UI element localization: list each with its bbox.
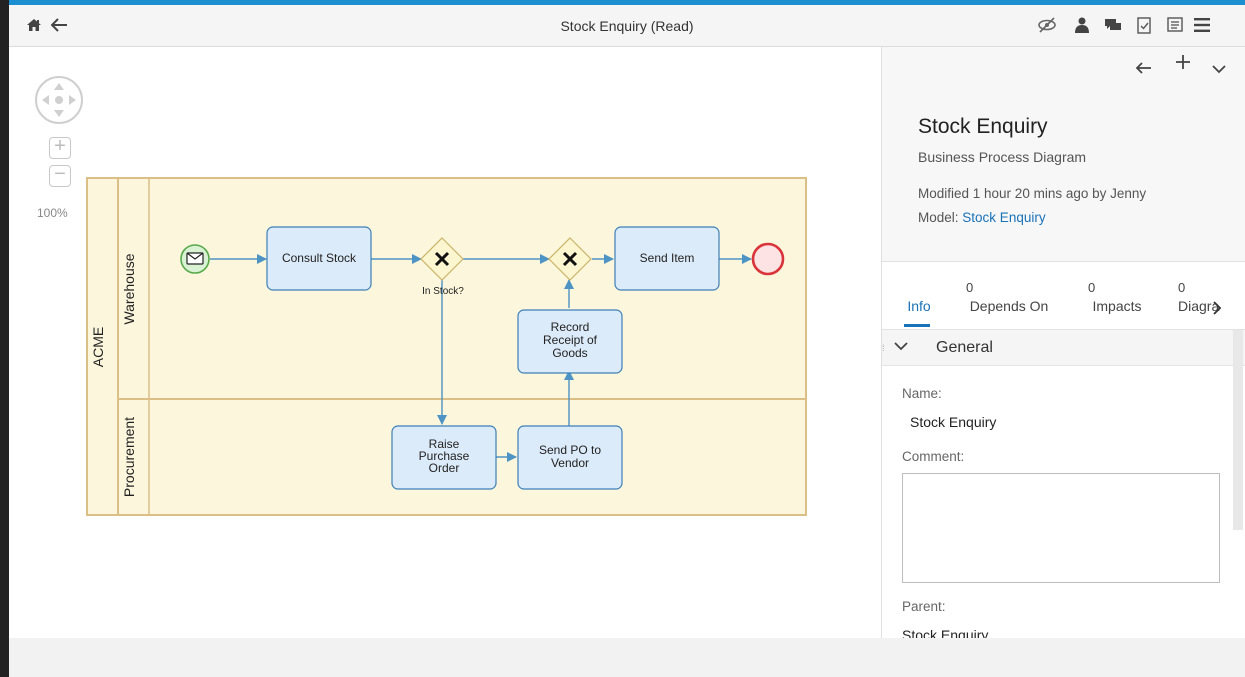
- active-tab-indicator: [904, 324, 930, 327]
- end-event[interactable]: [751, 242, 785, 276]
- diagram-canvas[interactable]: + − 100% ACME Warehouse Procurement Cons…: [9, 47, 881, 638]
- panel-subtitle: Business Process Diagram: [918, 149, 1087, 165]
- chevron-down-icon[interactable]: [1208, 57, 1230, 80]
- svg-text:Vendor: Vendor: [551, 456, 589, 470]
- tab-impacts[interactable]: 0 Impacts: [1086, 280, 1148, 314]
- task-send-item[interactable]: Send Item: [614, 226, 720, 291]
- window-left-edge: [0, 0, 9, 677]
- section-title: General: [936, 339, 993, 356]
- svg-text:Send Item: Send Item: [640, 251, 695, 265]
- svg-text:Order: Order: [429, 461, 460, 475]
- svg-text:Send PO to: Send PO to: [539, 443, 601, 457]
- tabs-scroll-right-icon[interactable]: [1212, 300, 1222, 321]
- gateway-label: In Stock?: [422, 286, 464, 297]
- task-record-receipt-of-goods[interactable]: Record Receipt of Goods: [517, 309, 623, 374]
- svg-text:Receipt of: Receipt of: [543, 333, 598, 347]
- tab-depends-on[interactable]: 0 Depends On: [964, 280, 1054, 314]
- lane-label-procurement: Procurement: [121, 417, 137, 497]
- lane-label-warehouse: Warehouse: [121, 253, 137, 324]
- name-value: Stock Enquiry: [910, 414, 997, 430]
- task-send-po-to-vendor[interactable]: Send PO to Vendor: [517, 425, 623, 490]
- parent-label: Parent:: [902, 599, 946, 614]
- start-message-event[interactable]: [180, 244, 210, 274]
- task-raise-purchase-order[interactable]: Raise Purchase Order: [391, 425, 497, 490]
- visibility-off-icon[interactable]: [1036, 14, 1058, 36]
- tab-info[interactable]: Info: [904, 280, 934, 314]
- pool-label: ACME: [90, 327, 106, 367]
- bottom-strip: [9, 638, 1245, 677]
- back-arrow-icon[interactable]: [1133, 57, 1155, 80]
- bpmn-diagram: ACME Warehouse Procurement Consult Stock: [86, 177, 807, 516]
- task-consult-stock[interactable]: Consult Stock: [266, 226, 372, 291]
- svg-text:Goods: Goods: [552, 346, 587, 360]
- svg-text:Consult Stock: Consult Stock: [282, 251, 357, 265]
- add-icon[interactable]: [1172, 53, 1194, 76]
- svg-text:Record: Record: [551, 320, 590, 334]
- panel-tabs: Info 0 Depends On 0 Impacts 0 Diagra: [882, 262, 1245, 330]
- checklist-icon[interactable]: [1133, 14, 1155, 36]
- comment-field[interactable]: [902, 473, 1220, 583]
- page-title: Stock Enquiry (Read): [560, 18, 694, 34]
- modified-info: Modified 1 hour 20 mins ago by Jenny: [918, 186, 1147, 201]
- toolbar: Stock Enquiry (Read): [9, 5, 1245, 47]
- resize-grip-icon[interactable]: ⁞: [882, 343, 885, 353]
- details-icon[interactable]: [1164, 14, 1186, 36]
- panel-scrollbar[interactable]: [1233, 330, 1243, 530]
- name-label: Name:: [902, 386, 942, 401]
- panel-header: Stock Enquiry Business Process Diagram M…: [882, 47, 1245, 262]
- user-icon[interactable]: [1071, 14, 1093, 36]
- menu-icon[interactable]: [1191, 14, 1213, 36]
- comments-icon[interactable]: [1102, 14, 1124, 36]
- section-general-header[interactable]: General: [882, 330, 1245, 366]
- model-label: Model:: [918, 210, 959, 225]
- model-link[interactable]: Stock Enquiry: [962, 210, 1045, 225]
- model-info: Model: Stock Enquiry: [918, 210, 1046, 225]
- details-panel: Stock Enquiry Business Process Diagram M…: [881, 47, 1245, 638]
- parent-link[interactable]: Stock Enquiry: [902, 627, 988, 638]
- panel-title: Stock Enquiry: [918, 115, 1048, 138]
- chevron-down-icon: [894, 338, 908, 355]
- comment-label: Comment:: [902, 449, 965, 464]
